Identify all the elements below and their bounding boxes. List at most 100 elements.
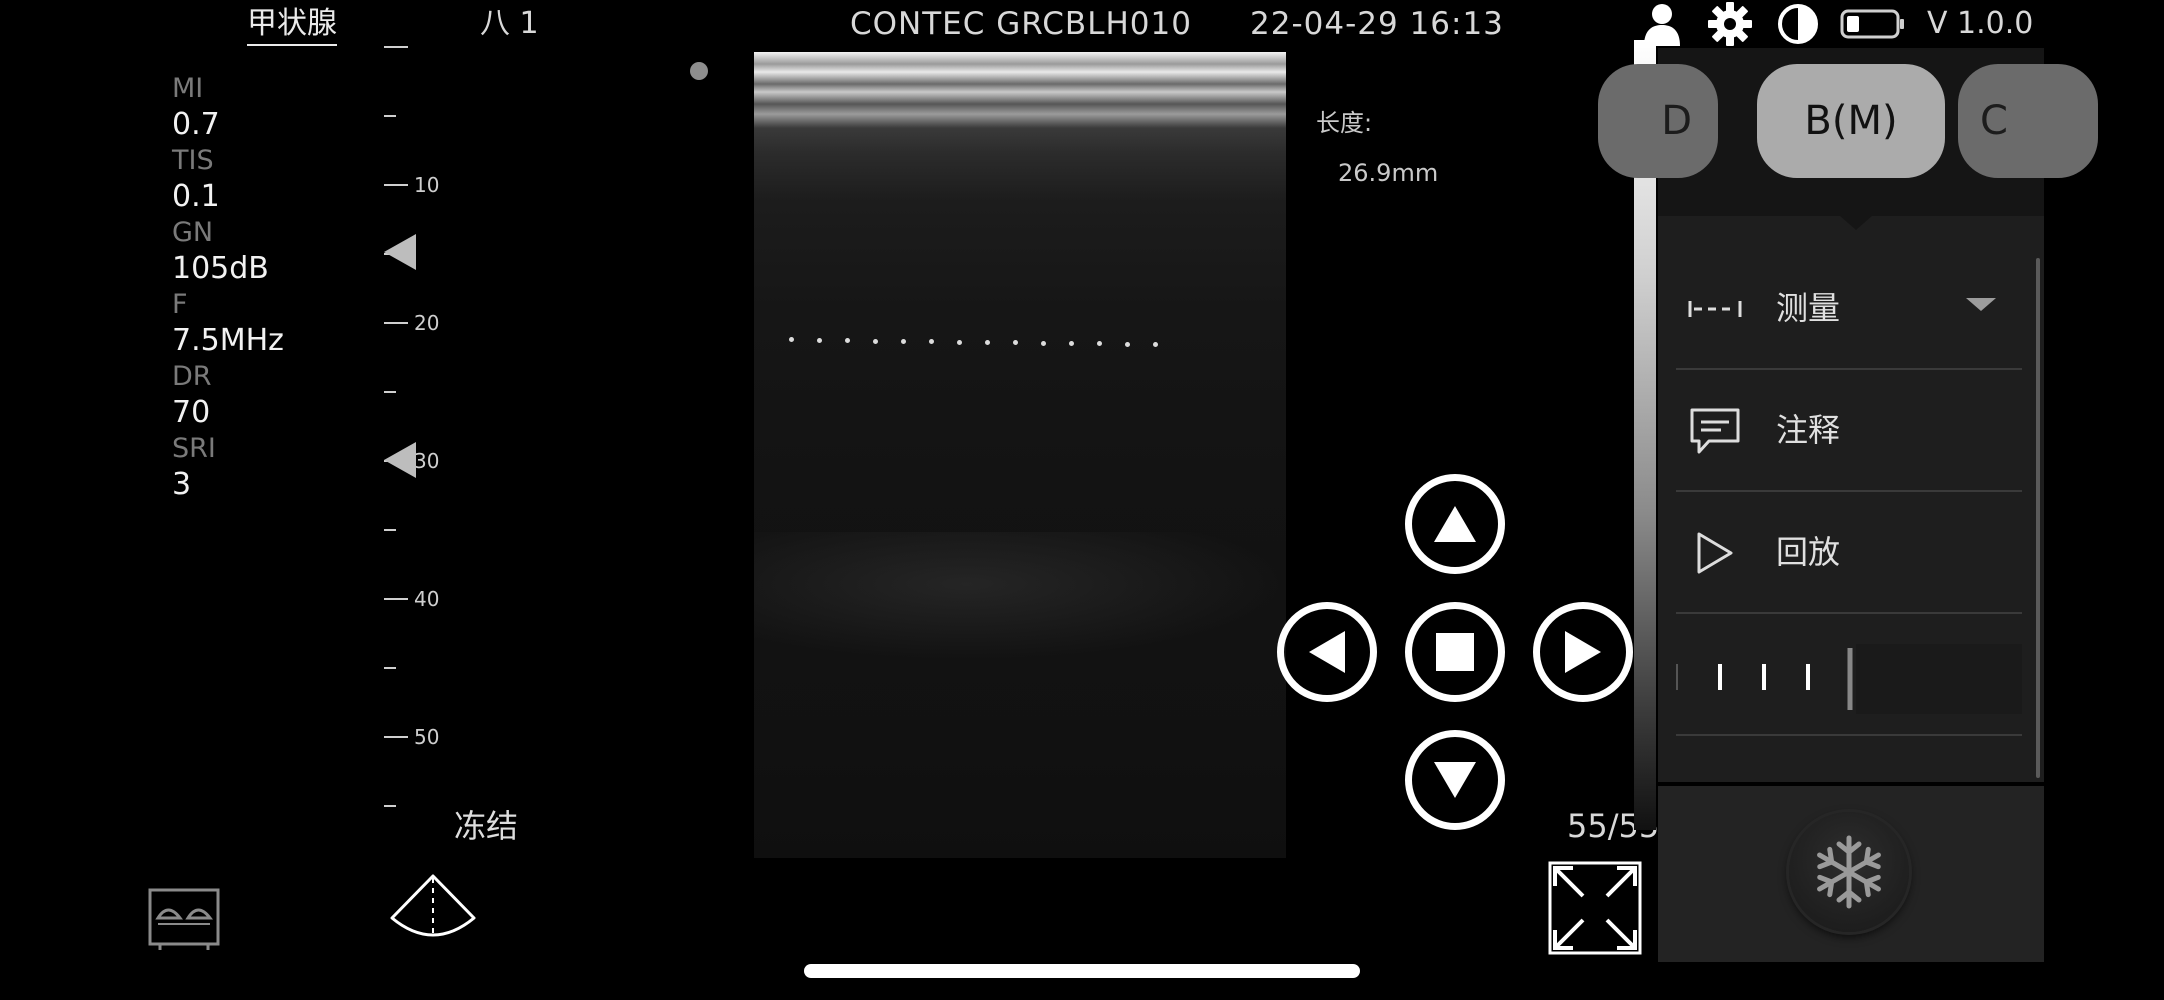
- caliper-point: [901, 339, 906, 344]
- menu-label-playback: 回放: [1776, 533, 1841, 571]
- ruler-tick: [384, 805, 396, 807]
- caliper-point: [789, 337, 794, 342]
- ruler-tick: [384, 322, 408, 324]
- param-value-sri: 3: [172, 467, 192, 502]
- home-indicator[interactable]: [804, 964, 1360, 978]
- caliper-down-button[interactable]: [1405, 730, 1505, 830]
- measurement-label: 长度:: [1316, 109, 1373, 137]
- param-value-tis: 0.1: [172, 179, 220, 214]
- gear-icon[interactable]: [1706, 2, 1754, 46]
- exam-preset[interactable]: 甲状腺: [247, 6, 337, 46]
- param-label-mi: MI: [172, 73, 204, 104]
- mode-button-c[interactable]: C: [1958, 64, 2098, 178]
- menu-label-annotate: 注释: [1776, 411, 1841, 449]
- top-status-bar: 甲状腺 八 1 CONTEC GRCBLH010 22-04-29 16:13: [0, 0, 2164, 48]
- ruler-tick: [384, 736, 408, 738]
- caliper-point: [1153, 342, 1158, 347]
- focus-marker[interactable]: [384, 234, 416, 270]
- mode-label-c: C: [1980, 98, 2008, 144]
- caliper-point: [929, 339, 934, 344]
- caliper-point: [817, 338, 822, 343]
- chevron-down-icon[interactable]: [1966, 298, 1996, 311]
- mode-button-bm[interactable]: B(M): [1757, 64, 1945, 178]
- ruler-tick: [384, 184, 408, 186]
- ruler-tick: [384, 598, 408, 600]
- caliper-point: [845, 338, 850, 343]
- ruler-dash-icon: [1688, 282, 1742, 336]
- caliper-right-button[interactable]: [1533, 602, 1633, 702]
- param-label-sri: SRI: [172, 433, 216, 464]
- play-icon: [1688, 526, 1742, 580]
- ultrasound-image[interactable]: [754, 52, 1286, 858]
- ruler-tick: [384, 529, 396, 531]
- orientation-marker: [690, 62, 708, 80]
- mode-label-bm: B(M): [1804, 98, 1898, 144]
- caliper-point: [873, 339, 878, 344]
- comment-icon: [1688, 404, 1742, 458]
- param-label-gn: GN: [172, 217, 214, 248]
- param-value-gn: 105dB: [172, 251, 269, 286]
- ruler-tick: [384, 391, 396, 393]
- param-value-f: 7.5MHz: [172, 323, 284, 358]
- menu-label-measure: 测量: [1776, 289, 1841, 327]
- ruler-tick: [384, 115, 396, 117]
- param-value-dr: 70: [172, 395, 211, 430]
- menu-scrollbar[interactable]: [2036, 258, 2040, 778]
- probe-indicator: 八 1: [480, 6, 539, 41]
- battery-icon: [1838, 2, 1908, 46]
- ruler-tick: [384, 46, 408, 48]
- menu-item-playback[interactable]: 回放: [1676, 492, 2022, 614]
- square-stop-icon: [1436, 633, 1474, 671]
- caliper-up-button[interactable]: [1405, 474, 1505, 574]
- param-value-mi: 0.7: [172, 107, 220, 142]
- ruler-label-30: 30: [414, 449, 440, 473]
- menu-item-annotate[interactable]: 注释: [1676, 370, 2022, 492]
- control-panel: D B(M) C 测量 注释 回放: [1598, 48, 2098, 962]
- triangle-left-icon: [1309, 631, 1345, 673]
- function-menu: 测量 注释 回放: [1676, 248, 2022, 823]
- param-label-f: F: [172, 289, 188, 320]
- focus-marker[interactable]: [384, 442, 416, 478]
- app-version: V 1.0.0: [1927, 6, 2034, 41]
- menu-item-measure[interactable]: 测量: [1676, 248, 2022, 370]
- depth-ruler: 10 20 30 40 50: [380, 30, 470, 820]
- freeze-status: 冻结: [454, 807, 519, 845]
- triangle-down-icon: [1434, 762, 1476, 798]
- caliper-point: [1125, 342, 1130, 347]
- imaging-parameters: MI 0.7 TIS 0.1 GN 105dB F 7.5MHz DR 70 S…: [172, 72, 372, 504]
- caliper-confirm-button[interactable]: [1405, 602, 1505, 702]
- fullscreen-icon[interactable]: [1547, 860, 1643, 956]
- mode-button-d[interactable]: D: [1598, 64, 1718, 178]
- triangle-right-icon: [1565, 631, 1601, 673]
- param-label-tis: TIS: [172, 145, 214, 176]
- ruler-label-50: 50: [414, 725, 440, 749]
- caliper-point: [957, 340, 962, 345]
- ultrasound-screen: 甲状腺 八 1 CONTEC GRCBLH010 22-04-29 16:13: [0, 0, 2164, 1000]
- cine-slider-icon: [1676, 644, 2022, 714]
- ruler-label-20: 20: [414, 311, 440, 335]
- probe-sector-icon[interactable]: [386, 872, 480, 946]
- caliper-point: [985, 340, 990, 345]
- caliper-left-button[interactable]: [1277, 602, 1377, 702]
- freeze-area: [1658, 782, 2044, 962]
- measurement-value: 26.9mm: [1338, 159, 1439, 187]
- date-time: 22-04-29 16:13: [1250, 6, 1504, 42]
- contrast-icon[interactable]: [1774, 2, 1822, 46]
- freeze-button[interactable]: [1789, 812, 1909, 932]
- caliper-point: [1013, 340, 1018, 345]
- device-model: CONTEC GRCBLH010: [850, 6, 1192, 42]
- caliper-point: [1069, 341, 1074, 346]
- ruler-label-40: 40: [414, 587, 440, 611]
- snowflake-icon: [1817, 835, 1881, 909]
- dual-image-icon[interactable]: [148, 888, 220, 956]
- caliper-point: [1041, 341, 1046, 346]
- triangle-up-icon: [1434, 506, 1476, 542]
- ruler-label-10: 10: [414, 173, 440, 197]
- tissue-texture: [754, 532, 1286, 662]
- cine-scrubber[interactable]: [1676, 614, 2022, 736]
- ruler-tick: [384, 667, 396, 669]
- caliper-point: [1097, 341, 1102, 346]
- mode-pointer: [1840, 216, 1872, 230]
- mode-selector: D B(M) C: [1598, 48, 2098, 216]
- param-label-dr: DR: [172, 361, 212, 392]
